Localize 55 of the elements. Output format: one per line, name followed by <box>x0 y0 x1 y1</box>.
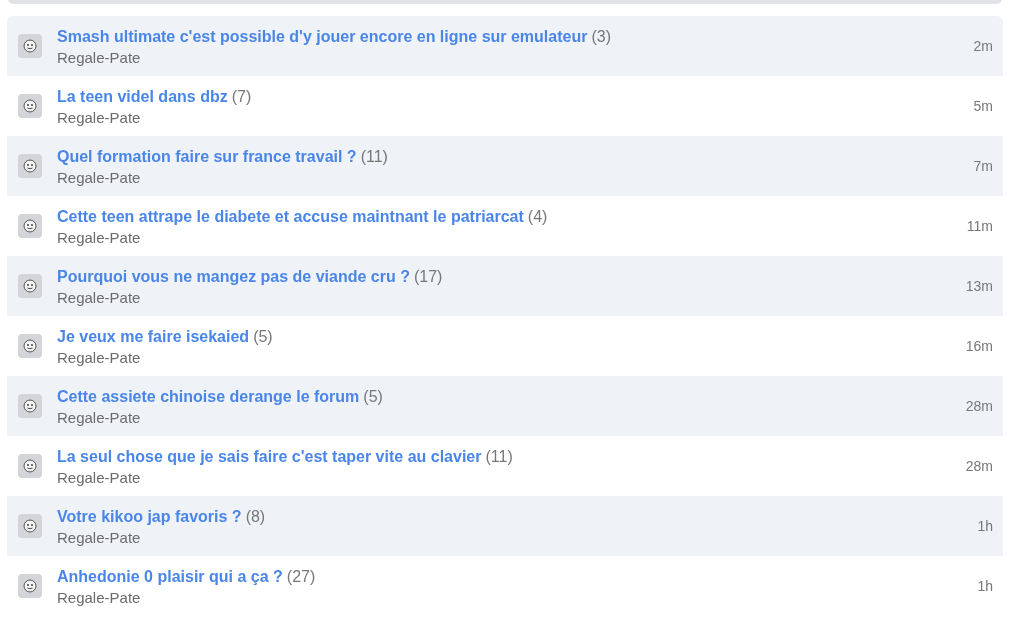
smiley-avatar-icon <box>18 274 42 298</box>
topic-title-link[interactable]: Smash ultimate c'est possible d'y jouer encore en ligne sur emulateur <box>57 26 588 47</box>
author-name: Regale-Pate <box>57 168 142 188</box>
reply-count: (3) <box>591 27 611 47</box>
reply-count: (17) <box>413 267 443 287</box>
topic-row[interactable]: Cette assiete chinoise derange le forum (5) Regale-Pate 28m <box>7 376 1003 436</box>
author-name: Regale-Pate <box>57 288 142 308</box>
topic-title-link[interactable]: Quel formation faire sur france travail ? <box>57 146 357 167</box>
reply-count: (27) <box>286 567 316 587</box>
topic-title-link[interactable]: Pourquoi vous ne mangez pas de viande cru ? <box>57 266 410 287</box>
smiley-avatar-icon <box>18 454 42 478</box>
author-name: Regale-Pate <box>57 408 142 428</box>
topic-title-link[interactable]: Cette teen attrape le diabete et accuse maintnant le patriarcat <box>57 206 524 227</box>
smiley-avatar-icon <box>18 34 42 58</box>
author-name: Regale-Pate <box>57 48 142 68</box>
smiley-avatar-icon <box>18 214 42 238</box>
author-name: Regale-Pate <box>57 348 142 368</box>
topic-title-link[interactable]: Votre kikoo jap favoris ? <box>57 506 242 527</box>
author-name: Regale-Pate <box>57 528 142 548</box>
topic-title-link[interactable]: Je veux me faire isekaied <box>57 326 250 347</box>
time-ago: 28m <box>965 456 993 476</box>
time-ago: 2m <box>973 36 993 56</box>
author-name: Regale-Pate <box>57 588 142 608</box>
reply-count: (4) <box>527 207 548 227</box>
time-ago: 1h <box>977 516 993 536</box>
reply-count: (5) <box>253 327 273 347</box>
smiley-avatar-icon <box>18 394 42 418</box>
time-ago: 7m <box>973 156 993 176</box>
author-name: Regale-Pate <box>57 468 142 488</box>
smiley-avatar-icon <box>18 574 42 598</box>
reply-count: (8) <box>245 507 266 527</box>
author-name: Regale-Pate <box>57 108 142 128</box>
time-ago: 1h <box>977 576 993 596</box>
topic-title-link[interactable]: La seul chose que je sais faire c'est taper vite au clavier <box>57 446 482 467</box>
topic-title-link[interactable]: Anhedonie 0 plaisir qui a ça ? <box>57 566 283 587</box>
reply-count: (11) <box>485 447 513 467</box>
topic-row[interactable]: Quel formation faire sur france travail ? (11) Regale-Pate 7m <box>7 136 1003 196</box>
reply-count: (5) <box>363 387 383 407</box>
time-ago: 5m <box>973 96 993 116</box>
time-ago: 13m <box>965 276 993 296</box>
smiley-avatar-icon <box>18 334 42 358</box>
smiley-avatar-icon <box>18 514 42 538</box>
reply-count: (11) <box>360 147 388 167</box>
topic-row[interactable]: Votre kikoo jap favoris ? (8) Regale-Pate 1h <box>7 496 1003 556</box>
smiley-avatar-icon <box>18 94 42 118</box>
topic-row[interactable]: Smash ultimate c'est possible d'y jouer encore en ligne sur emulateur (3) Regale-Pate 2m <box>7 16 1003 76</box>
author-name: Regale-Pate <box>57 228 142 248</box>
topic-row[interactable]: Pourquoi vous ne mangez pas de viande cru ? (17) Regale-Pate 13m <box>7 256 1003 316</box>
smiley-avatar-icon <box>18 154 42 178</box>
topic-title-link[interactable]: Cette assiete chinoise derange le forum <box>57 386 360 407</box>
reply-count: (7) <box>231 87 252 107</box>
time-ago: 16m <box>965 336 993 356</box>
time-ago: 11m <box>966 216 993 236</box>
topic-title-link[interactable]: La teen videl dans dbz <box>57 86 228 107</box>
time-ago: 28m <box>965 396 993 416</box>
